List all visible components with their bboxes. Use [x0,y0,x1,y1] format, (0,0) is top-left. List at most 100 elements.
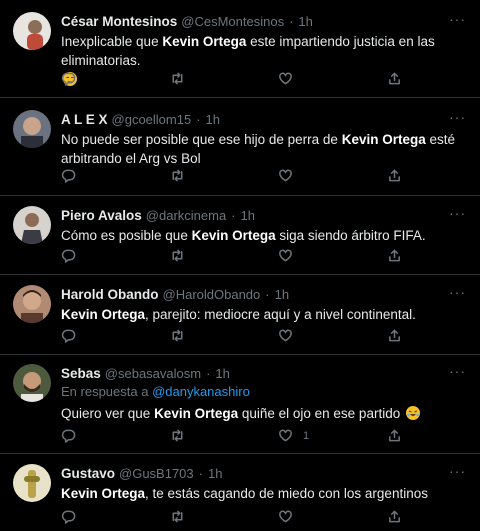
retweet-icon [172,429,183,442]
reply-context: En respuesta a @danykanashiro [61,384,466,402]
like-icon [279,249,292,262]
timestamp[interactable]: 1h [241,208,255,223]
timestamp[interactable]: 1h [206,112,220,127]
avatar[interactable] [13,206,51,244]
author-handle[interactable]: @HaroldObando [163,287,261,302]
author-handle[interactable]: @sebasavalosm [105,366,201,381]
retweet-icon [172,169,183,182]
more-options-icon[interactable]: ··· [449,464,466,478]
author-handle[interactable]: @CesMontesinos [181,14,284,29]
retweet-button[interactable] [170,328,185,343]
author-handle[interactable]: @gcoellom15 [112,112,192,127]
separator-dot: · [231,207,236,223]
highlighted-name: Kevin Ortega [341,132,426,147]
separator-dot: · [206,365,211,381]
more-options-icon[interactable]: ··· [449,110,466,124]
reply-icon [61,510,76,524]
tweet[interactable]: Gustavo @GusB1703 · 1h ··· Kevin Ortega,… [0,454,480,531]
author-name[interactable]: Harold Obando [61,287,159,302]
retweet-icon [172,249,183,262]
author-name[interactable]: A L E X [61,112,108,127]
retweet-icon [172,510,183,523]
author-name[interactable]: Piero Avalos [61,208,142,223]
timestamp[interactable]: 1h [208,466,222,481]
like-button[interactable] [278,509,293,524]
author-name[interactable]: Sebas [61,366,101,381]
tweet[interactable]: Harold Obando @HaroldObando · 1h ··· Kev… [0,275,480,355]
retweet-button[interactable] [170,428,185,443]
like-icon [279,510,292,523]
share-button[interactable] [387,428,402,443]
tweet-text-part: Quiero ver que [61,406,155,421]
reply-button[interactable] [61,248,76,263]
timestamp[interactable]: 1h [215,366,229,381]
tweet-text: Quiero ver que Kevin Ortega quiñe el ojo… [61,404,466,423]
like-button[interactable] [278,168,293,183]
timestamp[interactable]: 1h [298,14,312,29]
timestamp[interactable]: 1h [275,287,289,302]
author-handle[interactable]: @darkcinema [146,208,226,223]
more-options-icon[interactable]: ··· [449,12,466,26]
tweet[interactable]: Piero Avalos @darkcinema · 1h ··· Cómo e… [0,196,480,275]
share-icon [389,169,400,182]
reply-button[interactable] [61,428,76,443]
author-name[interactable]: Gustavo [61,466,115,481]
reply-prefix: En respuesta a [61,384,153,399]
more-options-icon[interactable]: ··· [449,285,466,299]
share-button[interactable] [387,248,402,263]
retweet-icon [172,72,183,85]
more-options-icon[interactable]: ··· [449,206,466,220]
share-button[interactable] [387,168,402,183]
separator-dot: · [196,111,201,127]
tweet-text-part: siga siendo árbitro FIFA. [275,228,426,243]
share-icon [389,329,400,342]
tweet[interactable]: Sebas @sebasavalosm · 1h ··· En respuest… [0,355,480,454]
share-button[interactable] [387,509,402,524]
rofl-emoji [405,406,420,420]
like-button[interactable] [278,71,293,86]
highlighted-name: Kevin Ortega [154,406,239,421]
tweet-text-part: Inexplicable que [61,34,163,49]
tweet-text-part: , parejito: mediocre aquí y a nivel cont… [145,307,416,322]
author-handle[interactable]: @GusB1703 [119,466,194,481]
avatar[interactable] [13,12,51,50]
tweet-text: Kevin Ortega, te estás cagando de miedo … [61,484,466,503]
share-icon [389,429,400,442]
like-icon [279,72,292,85]
reply-icon [61,72,76,86]
reply-handle-link[interactable]: @danykanashiro [152,384,250,399]
tweet-text: Cómo es posible que Kevin Ortega siga si… [61,226,466,245]
reply-button[interactable] [61,328,76,343]
avatar[interactable] [13,464,51,502]
like-button[interactable]: 1 [278,428,309,443]
author-name[interactable]: César Montesinos [61,14,177,29]
tweet-text-part: Cómo es posible que [61,228,192,243]
like-icon [279,169,292,182]
tweet[interactable]: A L E X @gcoellom15 · 1h ··· No puede se… [0,98,480,196]
retweet-button[interactable] [170,509,185,524]
reply-button[interactable] [61,168,76,183]
retweet-icon [172,329,183,342]
reply-button[interactable] [61,71,76,86]
avatar[interactable] [13,110,51,148]
retweet-button[interactable] [170,248,185,263]
share-icon [389,249,400,262]
retweet-button[interactable] [170,168,185,183]
avatar[interactable] [13,285,51,323]
more-options-icon[interactable]: ··· [449,364,466,378]
avatar[interactable] [13,364,51,402]
like-button[interactable] [278,248,293,263]
share-button[interactable] [387,328,402,343]
like-icon [279,329,292,342]
highlighted-name: Kevin Ortega [162,34,247,49]
tweet-text-part: quiñe el ojo en ese partido [238,406,404,421]
share-icon [389,510,400,523]
reply-icon [61,329,76,343]
share-button[interactable] [387,71,402,86]
highlighted-name: Kevin Ortega [61,307,146,322]
like-button[interactable] [278,328,293,343]
reply-button[interactable] [61,509,76,524]
tweet[interactable]: César Montesinos @CesMontesinos · 1h ···… [0,0,480,98]
retweet-button[interactable] [170,71,185,86]
share-icon [389,72,400,85]
